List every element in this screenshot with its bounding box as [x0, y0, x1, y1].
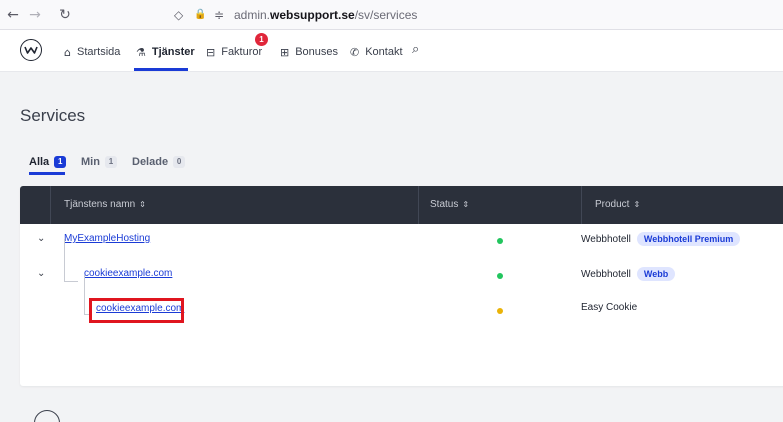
active-tab-indicator — [29, 172, 65, 175]
column-header-status[interactable]: Status ⇕ — [430, 199, 469, 210]
status-dot — [497, 308, 503, 314]
tab-min-count: 1 — [104, 156, 117, 168]
nav-kontakt-label: Kontakt — [365, 46, 403, 58]
nav-kontakt[interactable]: ✆ Kontakt — [350, 42, 403, 62]
tab-alla[interactable]: Alla 1 — [29, 156, 67, 168]
sort-icon: ⇕ — [139, 200, 146, 209]
product-cell: Webbhotell Webb — [581, 267, 676, 281]
highlight-annotation — [89, 298, 184, 323]
header-divider — [581, 186, 582, 224]
browser-toolbar: ← → ↻ ◇ 🔒 ≑ admin.websupport.se/sv/servi… — [0, 0, 783, 30]
nav-tjanster[interactable]: ⚗ Tjänster — [136, 42, 195, 62]
status-dot — [497, 238, 503, 244]
product-name: Webbhotell — [581, 268, 631, 280]
search-icon[interactable]: ⌕ — [412, 42, 419, 57]
table-row: ⌄ MyExampleHosting Webbhotell Webbhotell… — [20, 223, 783, 257]
product-name: Easy Cookie — [581, 302, 638, 313]
permissions-icon[interactable]: ≑ — [214, 7, 224, 23]
sort-icon: ⇕ — [633, 200, 641, 209]
phone-icon: ✆ — [350, 45, 360, 59]
nav-fakturor-label: Fakturor — [221, 46, 263, 58]
table-header: Tjänstens namn ⇕ Status ⇕ Product ⇕ — [20, 186, 783, 224]
column-header-product[interactable]: Product ⇕ — [595, 199, 640, 210]
tab-delade[interactable]: Delade 0 — [132, 156, 186, 168]
page-title: Services — [20, 106, 86, 125]
nav-tjanster-label: Tjänster — [151, 46, 195, 58]
lock-icon[interactable]: 🔒 — [194, 7, 206, 23]
forward-arrow-icon[interactable]: → — [26, 6, 44, 24]
column-header-name-label: Tjänstens namn — [64, 199, 136, 210]
tree-connector — [64, 281, 78, 282]
shield-icon[interactable]: ◇ — [174, 7, 183, 23]
table-row: ⌄ cookieexample.com Webbhotell Webb — [20, 258, 783, 292]
invoice-icon: ⊟ — [206, 45, 216, 59]
flask-icon: ⚗ — [136, 45, 146, 59]
product-badge: Webb — [636, 267, 676, 281]
chevron-down-icon[interactable]: ⌄ — [37, 268, 45, 279]
nav-bonuses-label: Bonuses — [295, 46, 339, 58]
logo-mark-icon — [24, 46, 38, 54]
gift-icon: ⊞ — [280, 45, 290, 59]
url-prefix: admin. — [234, 8, 271, 22]
tab-min-label: Min — [81, 156, 100, 168]
url-domain: websupport.se — [270, 8, 355, 22]
url-path: /sv/services — [354, 8, 418, 22]
product-cell: Webbhotell Webbhotell Premium — [581, 232, 741, 246]
address-bar[interactable]: admin.websupport.se/sv/services — [234, 8, 417, 22]
back-arrow-icon[interactable]: ← — [4, 6, 22, 24]
product-name: Webbhotell — [581, 233, 631, 245]
status-dot — [497, 273, 503, 279]
header-divider — [50, 186, 51, 224]
column-header-name[interactable]: Tjänstens namn ⇕ — [64, 199, 146, 210]
active-nav-indicator — [134, 68, 188, 71]
websupport-logo[interactable] — [20, 39, 42, 61]
column-header-product-label: Product — [595, 199, 630, 210]
header-divider — [418, 186, 419, 224]
product-cell: Easy Cookie — [581, 302, 637, 313]
nav-fakturor[interactable]: ⊟ Fakturor — [206, 42, 262, 62]
nav-startsida[interactable]: ⌂ Startsida — [64, 42, 120, 62]
tab-min[interactable]: Min 1 — [81, 156, 117, 168]
sort-icon: ⇕ — [462, 200, 470, 209]
product-badge: Webbhotell Premium — [636, 232, 741, 246]
service-link[interactable]: cookieexample.com — [84, 268, 172, 279]
tab-delade-count: 0 — [173, 156, 186, 168]
tab-delade-label: Delade — [132, 156, 169, 168]
app-header: ⌂ Startsida ⚗ Tjänster ⊟ Fakturor ⊞ Bonu… — [0, 30, 783, 72]
tree-connector — [84, 275, 85, 315]
tree-connector — [64, 239, 65, 282]
reload-icon[interactable]: ↻ — [56, 6, 74, 24]
services-table: Tjänstens namn ⇕ Status ⇕ Product ⇕ ⌄ MyExa… — [20, 186, 783, 386]
footer-logo — [34, 410, 60, 422]
nav-bonuses[interactable]: ⊞ Bonuses — [280, 42, 338, 62]
tab-alla-label: Alla — [29, 156, 50, 168]
tab-alla-count: 1 — [54, 156, 67, 168]
column-header-status-label: Status — [430, 199, 459, 210]
nav-startsida-label: Startsida — [76, 46, 121, 58]
chevron-down-icon[interactable]: ⌄ — [37, 233, 45, 244]
invoice-notification-badge: 1 — [255, 33, 268, 46]
home-icon: ⌂ — [64, 45, 71, 59]
service-link[interactable]: MyExampleHosting — [64, 233, 150, 244]
